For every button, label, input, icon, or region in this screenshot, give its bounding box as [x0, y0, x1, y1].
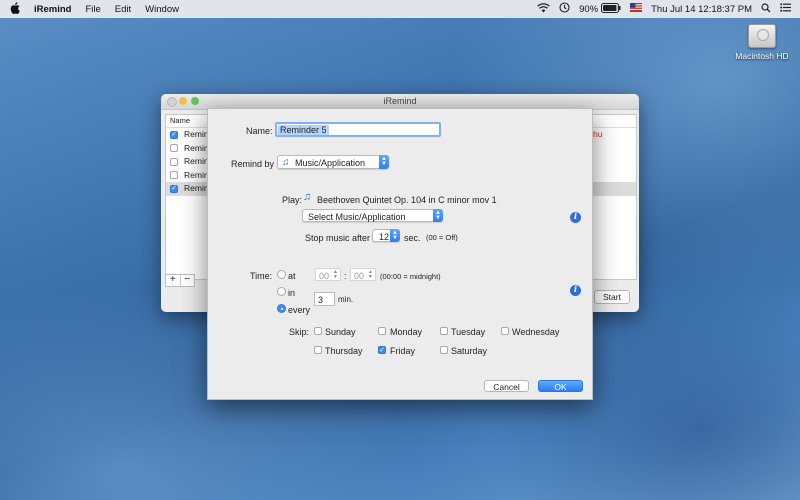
day-label-sunday: Sunday [325, 327, 356, 337]
stepper-arrows-icon: ▲ ▼ [390, 229, 400, 242]
stop-after-value: 12 [379, 231, 390, 242]
stop-after-stepper[interactable]: 12 ▲ ▼ [372, 229, 400, 242]
music-note-icon: ♫ [303, 191, 312, 203]
play-value: Beethoven Quintet Op. 104 in C minor mov… [317, 195, 497, 205]
day-label-saturday: Saturday [451, 346, 488, 356]
select-music-popup[interactable]: Select Music/Application ▲ ▼ [302, 209, 443, 222]
day-label-tuesday: Tuesday [451, 327, 486, 337]
day-checkbox-sunday[interactable] [314, 327, 322, 335]
select-music-label: Select Music/Application [308, 211, 406, 222]
play-label: Play: [282, 195, 303, 205]
hard-drive-icon [748, 24, 776, 48]
info-icon-time[interactable]: i [570, 285, 581, 296]
hours-value: 00 [319, 270, 330, 281]
row-checkbox[interactable] [170, 144, 178, 153]
row-checkbox[interactable]: ✓ [170, 130, 178, 139]
radio-at[interactable] [277, 270, 286, 279]
stop-after-label: Stop music after [305, 233, 371, 243]
cancel-button[interactable]: Cancel [484, 380, 529, 392]
time-separator: : [344, 271, 347, 281]
info-icon-music[interactable]: i [570, 212, 581, 223]
day-checkbox-tuesday[interactable] [440, 327, 448, 335]
remind-by-label: Remind by [231, 159, 275, 169]
desktop-disk[interactable]: Macintosh HD [728, 24, 796, 61]
minutes-stepper-icon[interactable]: ▲ ▼ [367, 270, 374, 281]
popup-arrows-icon: ▲ ▼ [379, 155, 389, 169]
menu-app-name[interactable]: iRemind [27, 4, 78, 15]
name-field[interactable]: Reminder 5 [275, 122, 441, 137]
day-checkbox-wednesday[interactable] [501, 327, 509, 335]
spotlight-icon[interactable] [761, 2, 771, 16]
minimize-window-button[interactable] [179, 97, 187, 105]
row-checkbox[interactable] [170, 157, 178, 166]
radio-at-label: at [288, 271, 296, 281]
remind-by-value: Music/Application [295, 158, 366, 168]
disk-label: Macintosh HD [735, 51, 789, 61]
day-label-thursday: Thursday [325, 346, 363, 356]
name-field-value: Reminder 5 [278, 125, 329, 135]
menu-edit[interactable]: Edit [108, 4, 138, 15]
day-checkbox-friday[interactable]: ✓ [378, 346, 386, 354]
radio-every-label: every [288, 305, 311, 315]
interval-field[interactable]: 3 [314, 292, 335, 306]
row-checkbox[interactable]: ✓ [170, 184, 178, 193]
radio-in-label: in [288, 288, 296, 298]
interval-value: 3 [318, 295, 324, 305]
radio-in[interactable] [277, 287, 286, 296]
reminder-dialog: Name: Reminder 5 Remind by ♫ Music/Appli… [207, 108, 593, 400]
day-checkbox-monday[interactable] [378, 327, 386, 335]
day-label-friday: Friday [390, 346, 416, 356]
close-window-button[interactable] [167, 97, 177, 107]
menu-bar: iRemind File Edit Window 90% Thu Jul 14 … [0, 0, 800, 18]
popup-arrows-icon: ▲ ▼ [433, 209, 443, 222]
battery-percent: 90% [579, 3, 599, 15]
name-label: Name: [246, 126, 273, 136]
apple-icon[interactable] [0, 1, 27, 17]
day-checkbox-saturday[interactable] [440, 346, 448, 354]
music-note-icon: ♫ [282, 157, 290, 168]
minutes-field[interactable]: 00 ▲ ▼ [350, 268, 376, 281]
menu-file[interactable]: File [78, 4, 107, 15]
zoom-window-button[interactable] [191, 97, 199, 105]
hours-field[interactable]: 00 ▲ ▼ [315, 268, 341, 281]
stop-after-unit: sec. [404, 233, 421, 243]
day-label-wednesday: Wednesday [512, 327, 560, 337]
skip-label: Skip: [289, 327, 310, 337]
battery-icon[interactable] [601, 2, 621, 16]
wifi-icon[interactable] [537, 2, 550, 16]
clipped-red-text: hu [593, 129, 603, 139]
time-label: Time: [250, 271, 273, 281]
hours-stepper-icon[interactable]: ▲ ▼ [332, 270, 339, 281]
day-checkbox-thursday[interactable] [314, 346, 322, 354]
notification-center-icon[interactable] [780, 3, 791, 15]
remove-button[interactable]: − [181, 275, 195, 286]
add-button[interactable]: + [166, 275, 181, 286]
day-label-monday: Monday [390, 327, 423, 337]
clock[interactable]: Thu Jul 14 12:18:37 PM [651, 4, 752, 15]
minutes-value: 00 [354, 270, 365, 281]
row-checkbox[interactable] [170, 171, 178, 180]
add-remove-control: + − [165, 274, 195, 287]
stop-after-hint: (00 = Off) [426, 233, 458, 242]
midnight-hint: (00:00 = midnight) [380, 272, 441, 281]
menu-window[interactable]: Window [138, 4, 186, 15]
radio-every[interactable] [277, 304, 286, 313]
ok-button[interactable]: OK [538, 380, 583, 392]
main-window-title: iRemind [383, 96, 417, 106]
interval-unit: min. [338, 295, 354, 304]
start-button[interactable]: Start [594, 290, 630, 304]
remind-by-popup[interactable]: ♫ Music/Application ▲ ▼ [277, 155, 389, 169]
time-machine-icon[interactable] [559, 2, 570, 16]
flag-icon[interactable] [630, 3, 643, 15]
